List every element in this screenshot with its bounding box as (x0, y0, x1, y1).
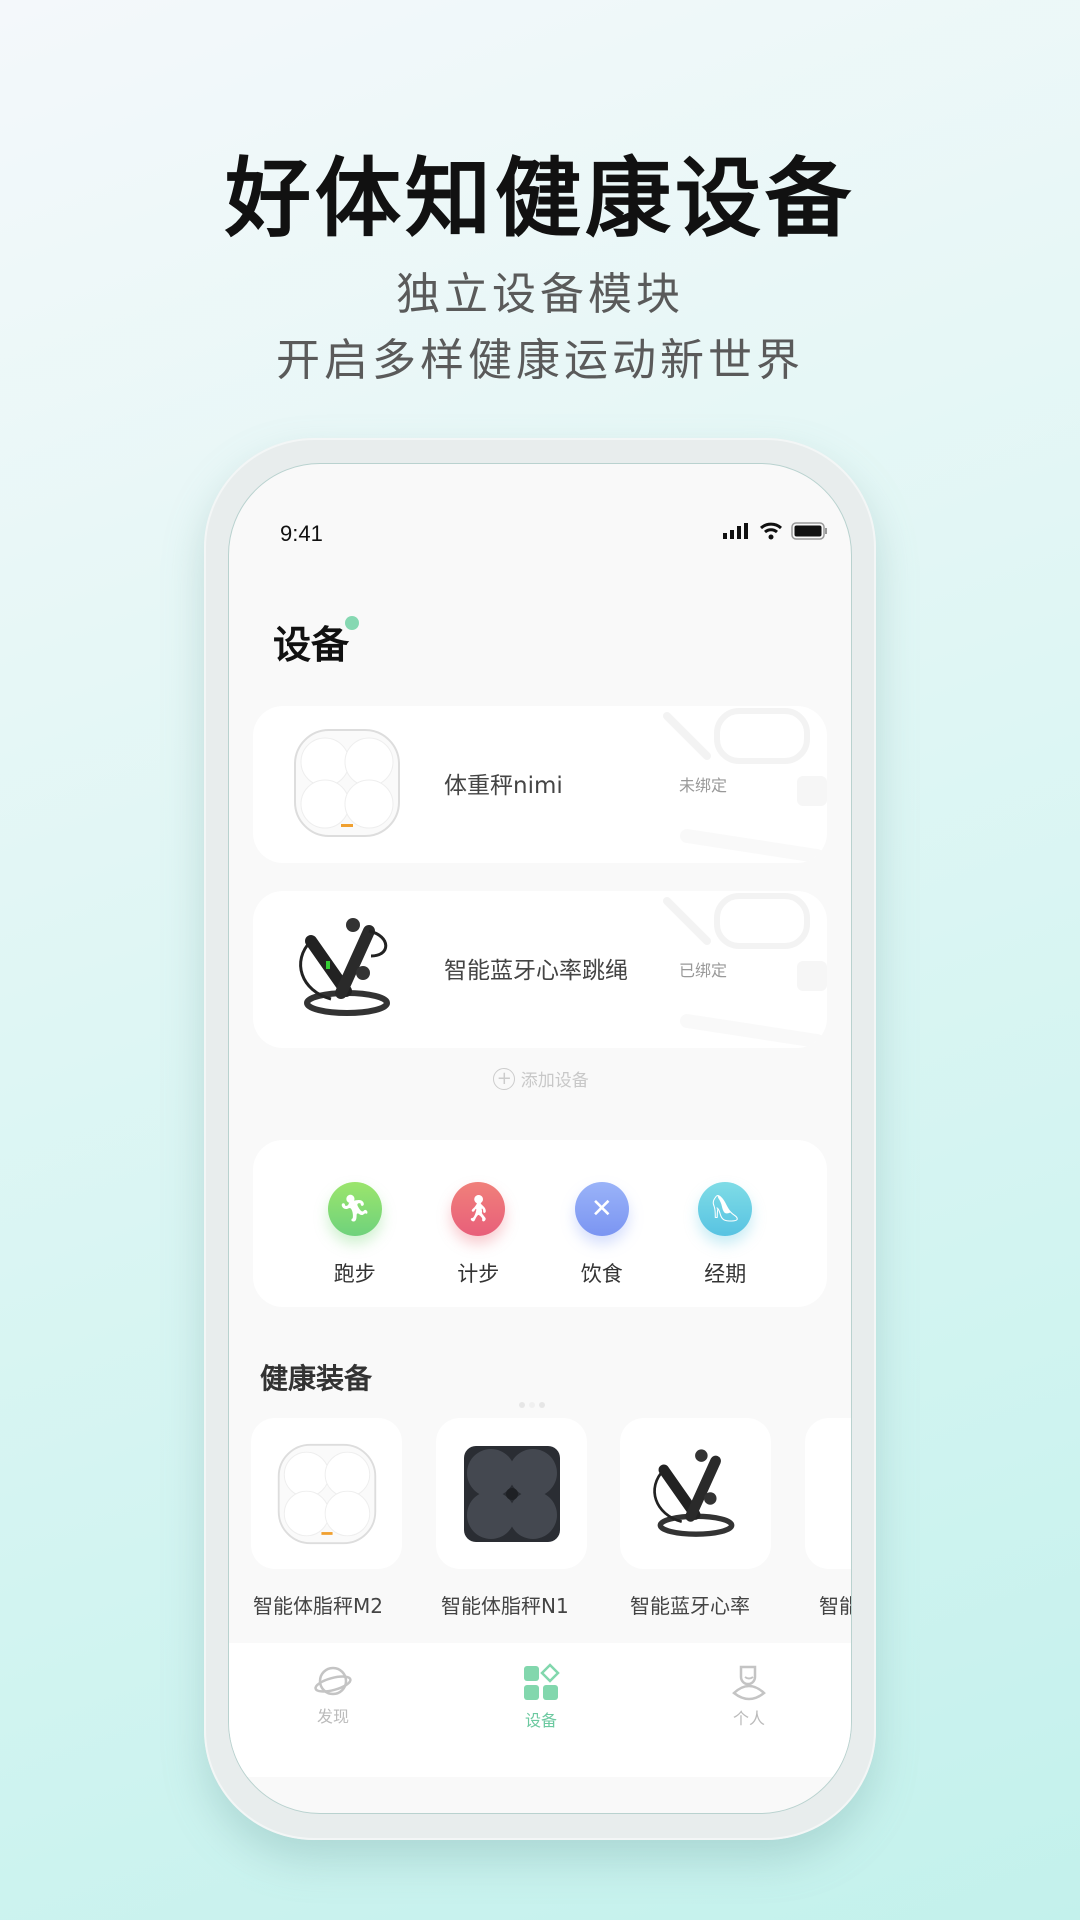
white-scale-image (291, 726, 403, 840)
tab-label: 发现 (316, 1707, 349, 1726)
tab-devices[interactable]: 设备 (481, 1663, 601, 1777)
running-icon: 🏃︎ (327, 1182, 382, 1236)
walking-icon: 🚶︎ (451, 1182, 506, 1236)
quick-action-running[interactable]: 🏃︎ 跑步 (327, 1182, 382, 1307)
status-time: 9:41 (280, 521, 323, 546)
equipment-label: 智能 (819, 1594, 851, 1618)
quick-action-label: 跑步 (333, 1262, 376, 1286)
high-heel-icon: 👠︎ (698, 1182, 753, 1236)
battery-icon (791, 522, 827, 540)
quick-action-diet[interactable]: ✕ 饮食 (574, 1182, 629, 1307)
promo-subtitle-1: 独立设备模块 (396, 269, 684, 320)
equipment-label: 智能蓝牙心率 (630, 1594, 750, 1618)
add-device-label: 添加设备 (520, 1071, 589, 1091)
signal-icon (723, 523, 748, 539)
quick-action-label: 经期 (704, 1262, 747, 1286)
plus-circle-icon: + (493, 1067, 516, 1090)
equipment-tile[interactable] (436, 1418, 587, 1569)
notification-dot (345, 616, 359, 630)
equipment-tile[interactable] (805, 1418, 851, 1569)
device-name: 智能蓝牙心率跳绳 (444, 958, 628, 984)
quick-action-walking[interactable]: 🚶︎ 计步 (451, 1182, 506, 1307)
equipment-label: 智能体脂秤M2 (253, 1594, 383, 1618)
planet-icon (314, 1666, 352, 1696)
status-icons (723, 522, 829, 540)
black-scale-image (463, 1445, 560, 1542)
tab-discover[interactable]: 发现 (273, 1663, 393, 1777)
equipment-tile[interactable] (620, 1418, 771, 1569)
add-device-button[interactable]: + 添加设备 (229, 1066, 851, 1091)
white-scale-image (277, 1443, 376, 1544)
device-status: 未绑定 (679, 776, 728, 795)
phone-frame: 9:41 设备 体重秤nimi 未绑定 智能蓝牙心率跳绳 已绑定 + 添加设备 … (204, 438, 876, 1840)
quick-actions: 🏃︎ 跑步 🚶︎ 计步 ✕ 饮食 👠︎ 经期 (253, 1140, 827, 1307)
quick-action-label: 计步 (457, 1262, 500, 1286)
grid-icon (524, 1663, 560, 1700)
device-card[interactable]: 智能蓝牙心率跳绳 已绑定 (253, 891, 827, 1048)
tab-profile[interactable]: 个人 (689, 1663, 809, 1777)
fork-knife-icon: ✕ (574, 1182, 629, 1236)
wifi-icon (760, 522, 782, 540)
quick-action-period[interactable]: 👠︎ 经期 (698, 1182, 753, 1307)
quick-action-label: 饮食 (580, 1262, 623, 1286)
promo-subtitle-2: 开启多样健康运动新世界 (276, 335, 804, 386)
phone-screen: 9:41 设备 体重秤nimi 未绑定 智能蓝牙心率跳绳 已绑定 + 添加设备 … (228, 463, 852, 1814)
tab-label: 设备 (524, 1711, 557, 1730)
equipment-tile[interactable] (251, 1418, 402, 1569)
device-status: 已绑定 (679, 961, 728, 980)
jump-rope-image (291, 911, 403, 1025)
jump-rope-image (652, 1448, 734, 1537)
equipment-label: 智能体脂秤N1 (441, 1594, 569, 1618)
page-title: 设备 (273, 623, 350, 667)
tab-bar: 发现 设备 个人 (229, 1643, 851, 1777)
person-icon (732, 1665, 766, 1701)
device-card[interactable]: 体重秤nimi 未绑定 (253, 706, 827, 863)
pagination-dots (519, 1402, 545, 1408)
promo-headline: 好体知健康设备 (225, 149, 855, 249)
tab-label: 个人 (732, 1709, 765, 1728)
section-title: 健康装备 (260, 1362, 373, 1395)
device-name: 体重秤nimi (444, 773, 563, 799)
